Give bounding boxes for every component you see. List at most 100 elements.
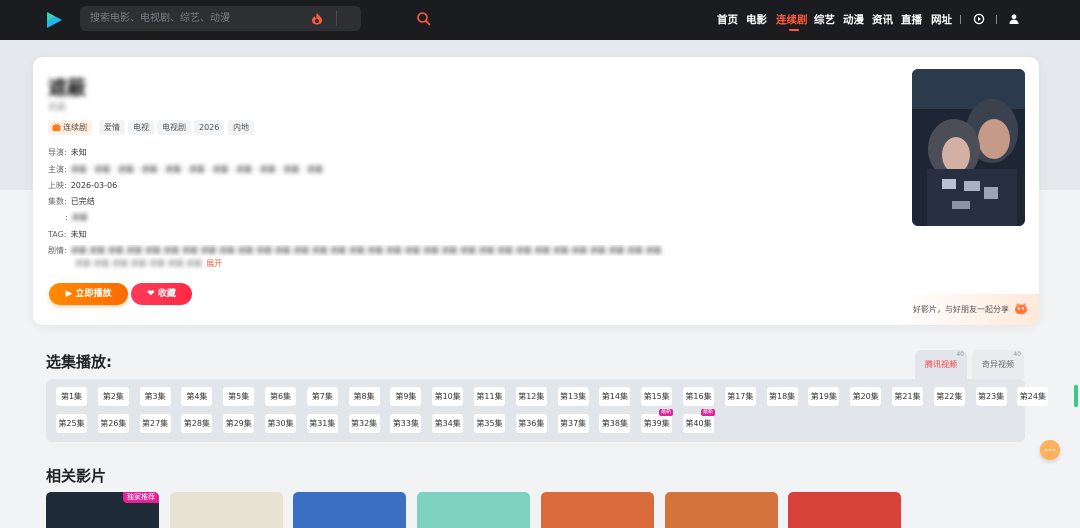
favorite-button-label: 收藏 xyxy=(157,289,176,299)
episode-button[interactable]: 第31集 xyxy=(306,413,338,433)
episode-button[interactable]: 第17集 xyxy=(724,387,756,406)
episode-button[interactable]: 第39集 最新 xyxy=(641,408,674,433)
play-button[interactable]: ▶ 立即播放 xyxy=(49,283,128,305)
episode-button[interactable]: 第16集 xyxy=(683,387,714,406)
tag-category[interactable]: 连续剧 xyxy=(48,120,92,135)
source-tabs: 腾讯视频 40 奇异视频 40 xyxy=(915,350,1025,380)
source-tab-qiyi[interactable]: 奇异视频 40 xyxy=(972,350,1024,380)
episode-button[interactable]: 第20集 xyxy=(850,387,882,406)
source-count: 40 xyxy=(956,351,964,358)
tag-label: 连续剧 xyxy=(63,123,87,132)
release-value: 2026-03-06 xyxy=(70,181,118,190)
related-item[interactable] xyxy=(293,492,407,528)
tag-genre[interactable]: 爱情 xyxy=(99,120,125,135)
related-item[interactable] xyxy=(169,492,283,528)
episode-button[interactable]: 第23集 xyxy=(975,387,1007,406)
tag-year[interactable]: 2026 xyxy=(194,120,225,135)
search-icon[interactable] xyxy=(416,11,431,26)
episode-button[interactable]: 第5集 xyxy=(223,387,255,406)
episode-button[interactable]: 第38集 xyxy=(599,413,631,433)
page-title: 遮蔽 xyxy=(48,77,87,99)
nav-home[interactable]: 首页 xyxy=(717,12,738,27)
episode-button[interactable]: 第2集 xyxy=(97,387,129,406)
episode-button[interactable]: 第19集 xyxy=(808,387,840,406)
episode-button[interactable]: 第3集 xyxy=(139,387,171,406)
related-item[interactable]: 独家推荐 xyxy=(46,492,159,528)
source-count: 40 xyxy=(1013,351,1021,358)
tag-type[interactable]: 电视 xyxy=(128,120,154,135)
expand-link[interactable]: 展开 xyxy=(206,259,222,268)
extra-value: 遮蔽 xyxy=(71,213,88,222)
episode-button[interactable]: 第12集 xyxy=(515,387,547,406)
history-icon[interactable] xyxy=(973,13,985,25)
site-logo-icon[interactable] xyxy=(43,9,65,31)
related-item[interactable] xyxy=(664,492,778,528)
search-input[interactable] xyxy=(90,10,290,27)
share-panel[interactable]: 好影片，与好朋友一起分享 xyxy=(901,294,1039,325)
episode-button[interactable]: 第22集 xyxy=(933,387,965,406)
related-item[interactable] xyxy=(540,492,654,528)
episode-button[interactable]: 第21集 xyxy=(892,387,923,406)
plot-text: 遮蔽 遮蔽 遮蔽 遮蔽 遮蔽 遮蔽 遮蔽 遮蔽 遮蔽 遮蔽 遮蔽 遮蔽 遮蔽 遮… xyxy=(70,246,662,255)
episode-button[interactable]: 第34集 xyxy=(432,413,464,433)
nav-live[interactable]: 直播 xyxy=(901,12,922,27)
related-title: 相关影片 xyxy=(46,467,107,485)
nav-anime[interactable]: 动漫 xyxy=(843,12,864,27)
source-tab-label: 腾讯视频 xyxy=(925,360,957,369)
episodes-value: 已完结 xyxy=(70,197,95,206)
episode-button[interactable]: 第35集 xyxy=(474,413,505,433)
episode-button[interactable]: 第36集 xyxy=(515,413,547,433)
episode-button[interactable]: 第13集 xyxy=(557,387,589,406)
user-icon[interactable] xyxy=(1008,13,1020,25)
episode-button[interactable]: 第11集 xyxy=(474,387,505,406)
playlist-title: 选集播放: xyxy=(46,353,112,371)
episode-button[interactable]: 第30集 xyxy=(265,413,296,433)
more-options-button[interactable] xyxy=(1040,440,1060,460)
nav-active-indicator xyxy=(789,29,799,31)
source-tab-tencent[interactable]: 腾讯视频 40 xyxy=(915,350,967,380)
episode-button[interactable]: 第14集 xyxy=(599,387,631,406)
exclusive-badge: 独家推荐 xyxy=(123,492,159,503)
episode-button[interactable]: 第33集 xyxy=(390,413,422,433)
favorite-button[interactable]: ❤ 收藏 xyxy=(131,283,192,305)
episode-button[interactable]: 第37集 xyxy=(557,413,589,433)
episode-button[interactable]: 第6集 xyxy=(265,387,296,406)
episode-button[interactable]: 第8集 xyxy=(348,387,380,406)
episode-button[interactable]: 第10集 xyxy=(432,387,464,406)
tag-type[interactable]: 电视剧 xyxy=(157,120,191,135)
episode-button[interactable]: 第9集 xyxy=(390,387,422,406)
episode-button[interactable]: 第24集 xyxy=(1017,387,1049,406)
hot-fire-icon[interactable] xyxy=(310,12,324,25)
episode-button[interactable]: 第32集 xyxy=(348,413,380,433)
episode-button[interactable]: 第7集 xyxy=(306,387,338,406)
nav-variety[interactable]: 综艺 xyxy=(814,12,835,27)
episode-button[interactable]: 第27集 xyxy=(139,413,171,433)
tag-region[interactable]: 内地 xyxy=(228,120,254,135)
episode-button[interactable]: 第4集 xyxy=(181,387,213,406)
related-item[interactable] xyxy=(788,492,902,528)
nav-news[interactable]: 资讯 xyxy=(872,12,893,27)
related-item[interactable] xyxy=(417,492,531,528)
dots-icon xyxy=(1045,449,1055,451)
episode-button[interactable]: 第18集 xyxy=(766,387,798,406)
nav-series[interactable]: 连续剧 xyxy=(776,12,808,27)
poster-image[interactable] xyxy=(912,69,1025,226)
director-row: 导演: 未知 xyxy=(48,147,87,158)
plot-text-line2: 遮蔽 遮蔽 遮蔽 遮蔽 遮蔽 遮蔽 遮蔽 xyxy=(75,259,203,268)
cast-value[interactable]: 遮蔽 · 遮蔽 · 遮蔽 · 遮蔽 · 遮蔽 · 遮蔽 · 遮蔽 · 遮蔽 · … xyxy=(71,165,323,174)
director-value[interactable]: 未知 xyxy=(71,148,87,157)
play-button-label: 立即播放 xyxy=(75,289,112,299)
episode-button[interactable]: 第28集 xyxy=(181,413,213,433)
episode-button[interactable]: 第29集 xyxy=(223,413,255,433)
episode-button[interactable]: 第40集 最新 xyxy=(683,408,715,433)
nav-urls[interactable]: 网址 xyxy=(931,12,952,27)
episode-button[interactable]: 第25集 xyxy=(56,413,87,433)
episode-button[interactable]: 第1集 xyxy=(56,387,87,406)
nav-movies[interactable]: 电影 xyxy=(746,12,767,27)
scrollbar-thumb[interactable] xyxy=(1074,385,1078,407)
episode-button[interactable]: 第26集 xyxy=(97,413,129,433)
episode-button[interactable]: 第15集 xyxy=(641,387,673,406)
cast-row: 主演: 遮蔽 · 遮蔽 · 遮蔽 · 遮蔽 · 遮蔽 · 遮蔽 · 遮蔽 · 遮蔽… xyxy=(48,164,323,175)
episodes-row: 集数: 已完结 xyxy=(48,196,95,207)
poster-art xyxy=(912,69,1025,226)
